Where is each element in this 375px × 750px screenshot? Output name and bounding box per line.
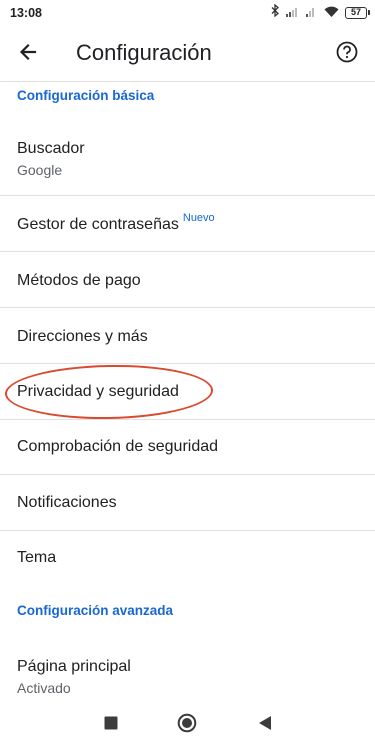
status-bar: 13:08 57 (0, 0, 375, 26)
status-time: 13:08 (10, 6, 42, 20)
list-item-search-engine[interactable]: Buscador Google (0, 118, 375, 196)
password-manager-label: Gestor de contraseñas (17, 216, 179, 233)
help-button[interactable] (333, 40, 361, 68)
nav-back-button[interactable] (254, 714, 276, 736)
status-icons: 57 (271, 3, 370, 22)
item-label-privacy-security: Privacidad y seguridad (17, 383, 179, 400)
back-triangle-icon (258, 715, 272, 736)
home-circle-icon (177, 713, 197, 738)
list-item-password-manager[interactable]: Gestor de contraseñas Nuevo (0, 196, 375, 252)
item-label-safety-check: Comprobación de seguridad (17, 438, 219, 455)
item-label-notifications: Notificaciones (17, 494, 117, 511)
list-item-homepage[interactable]: Página principal Activado (0, 640, 375, 700)
new-badge: Nuevo (182, 212, 215, 224)
item-label-payment-methods: Métodos de pago (17, 272, 141, 289)
list-item-theme[interactable]: Tema (0, 531, 375, 586)
list-item-notifications[interactable]: Notificaciones (0, 475, 375, 531)
arrow-left-icon (18, 42, 38, 67)
item-label-addresses: Direcciones y más (17, 328, 148, 345)
signal-icon-2 (306, 4, 318, 22)
item-value-homepage: Activado (17, 680, 71, 696)
system-nav-bar (0, 700, 375, 750)
item-label-password-manager: Gestor de contraseñas Nuevo (17, 212, 215, 234)
wifi-icon (324, 4, 339, 22)
list-item-safety-check[interactable]: Comprobación de seguridad (0, 420, 375, 475)
section-header-advanced: Configuración avanzada (17, 603, 174, 618)
item-label-homepage: Página principal (17, 658, 131, 675)
list-item-payment-methods[interactable]: Métodos de pago (0, 252, 375, 308)
recents-square-icon (104, 716, 118, 735)
app-bar: Configuración (0, 26, 375, 82)
recents-button[interactable] (100, 714, 122, 736)
battery-icon: 57 (345, 7, 370, 19)
home-button[interactable] (176, 713, 198, 738)
item-label-search-engine: Buscador (17, 140, 85, 157)
page-title: Configuración (76, 40, 212, 65)
signal-icon (286, 4, 300, 22)
section-header-basic: Configuración básica (17, 88, 155, 103)
bluetooth-icon (271, 3, 280, 22)
item-value-search-engine: Google (17, 162, 63, 178)
help-circle-icon (336, 41, 358, 68)
list-item-addresses[interactable]: Direcciones y más (0, 308, 375, 364)
back-button[interactable] (14, 40, 42, 68)
item-label-theme: Tema (17, 549, 57, 566)
list-item-privacy-security[interactable]: Privacidad y seguridad (0, 364, 375, 420)
